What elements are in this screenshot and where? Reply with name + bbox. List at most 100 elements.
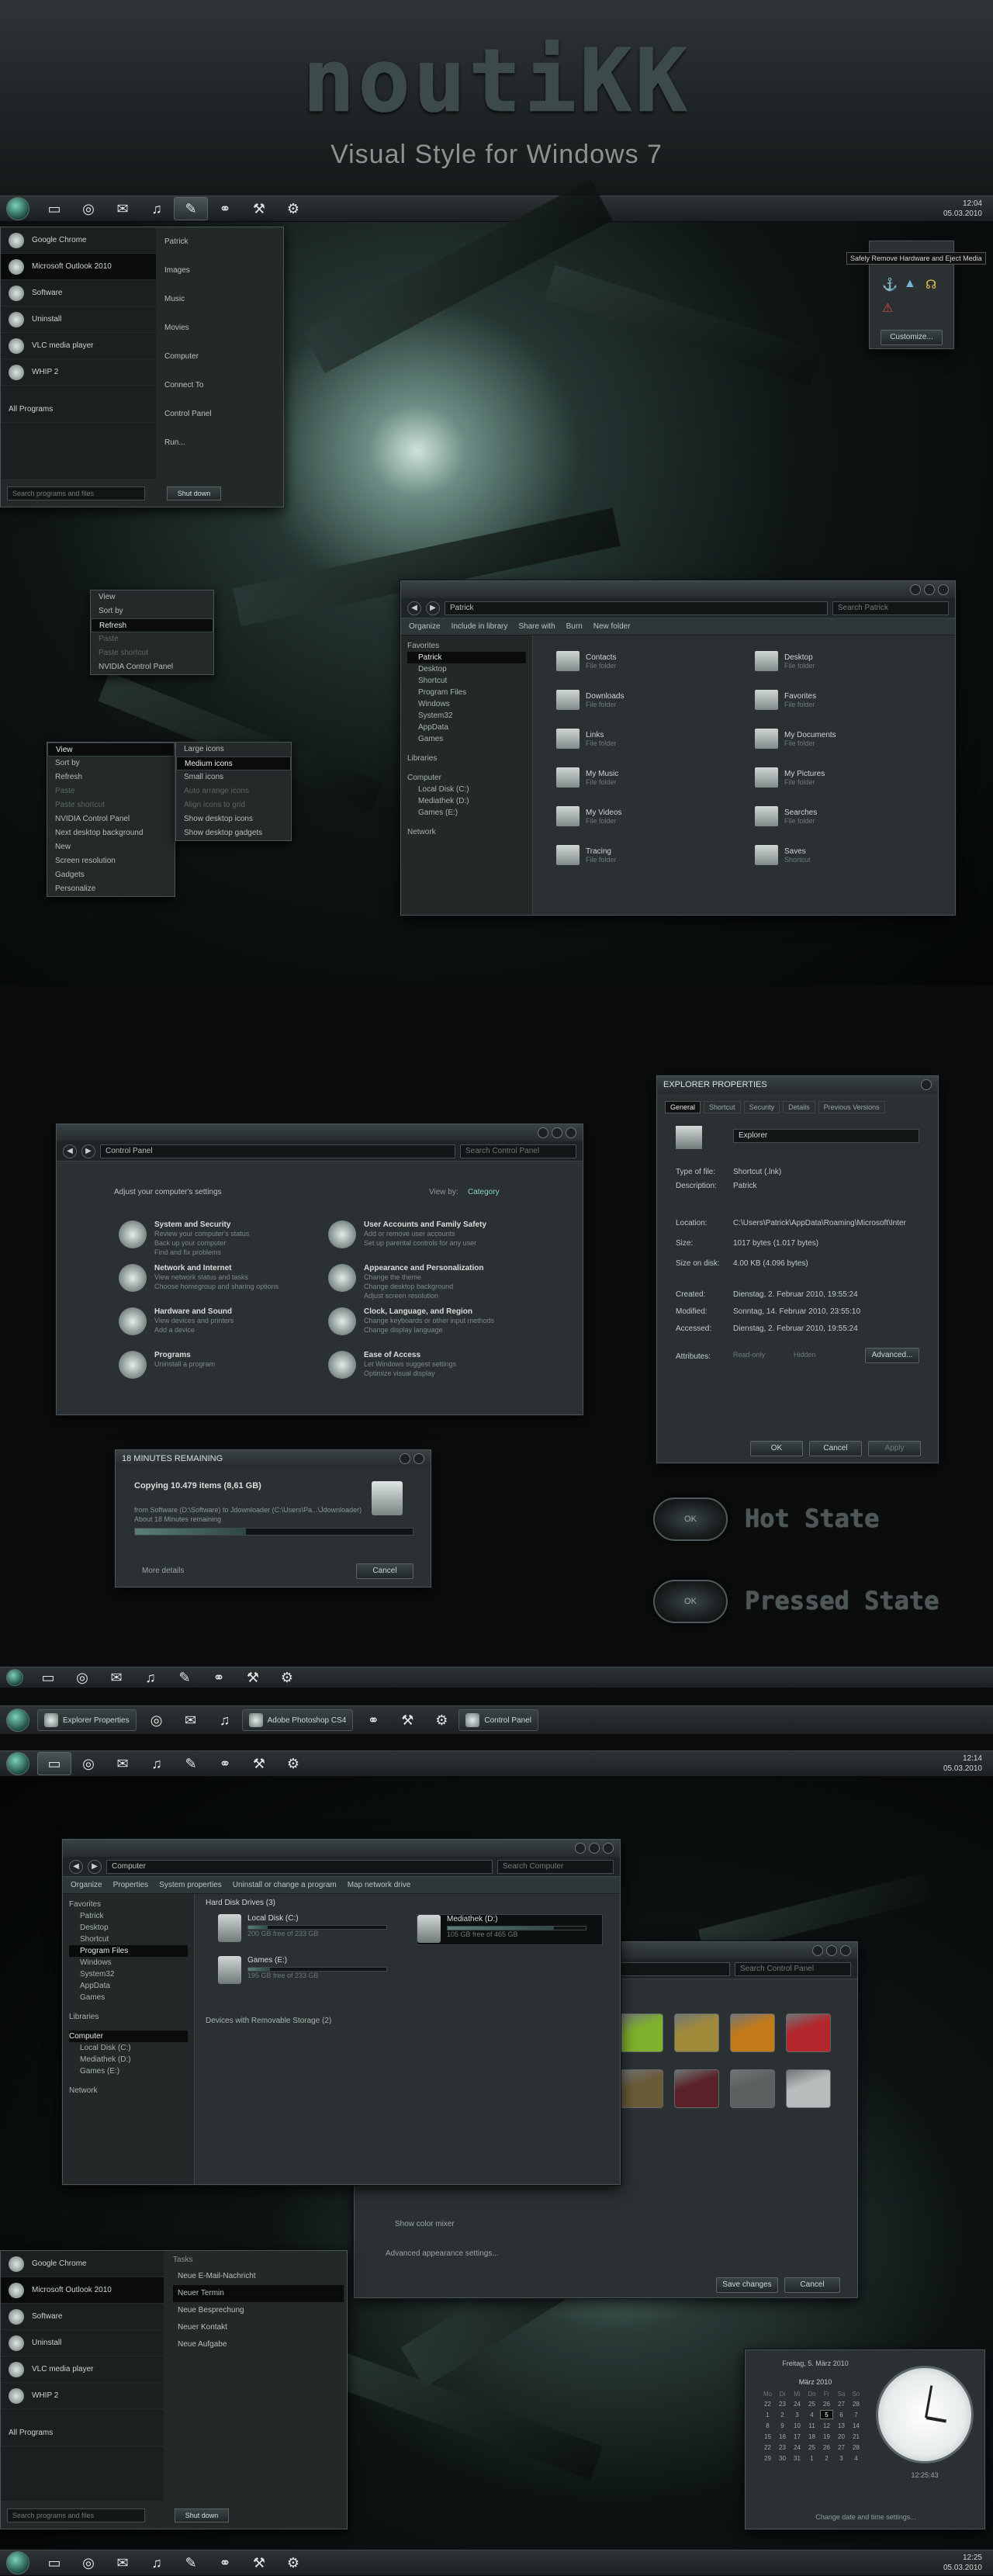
pinned-item[interactable]: Microsoft Outlook 2010 — [1, 254, 156, 280]
include-library-button[interactable]: Include in library — [452, 622, 508, 631]
folder-icon[interactable]: ▭ — [37, 1752, 71, 1775]
calendar-day[interactable]: 17 — [791, 2432, 804, 2441]
maximize-button[interactable] — [552, 1127, 562, 1138]
menu-item[interactable]: Paste shortcut — [47, 798, 175, 812]
menu-item[interactable]: Screen resolution — [47, 854, 175, 868]
menu-item[interactable]: Refresh — [91, 618, 213, 632]
folder-item[interactable]: Tracing File folder — [556, 840, 735, 870]
clock[interactable]: 12:04 05.03.2010 — [943, 199, 982, 219]
calendar-day[interactable]: 4 — [805, 2410, 818, 2419]
cancel-button[interactable]: Cancel — [356, 1563, 413, 1579]
drive-item[interactable]: Local Disk (C:) 200 GB free of 233 GB — [218, 1914, 404, 1945]
folder-item[interactable]: My Pictures File folder — [755, 763, 933, 792]
name-field[interactable]: Explorer — [733, 1129, 919, 1143]
calendar-day[interactable]: 7 — [849, 2410, 863, 2419]
start-orb[interactable] — [6, 1752, 29, 1775]
calendar-day[interactable]: 23 — [776, 2443, 789, 2452]
mail-icon[interactable]: ✉ — [174, 1709, 208, 1732]
readonly-checkbox[interactable]: Read-only — [733, 1351, 765, 1359]
calendar-day[interactable]: 18 — [805, 2432, 818, 2441]
color-swatch[interactable] — [674, 2069, 719, 2108]
calendar-day[interactable]: 5 — [820, 2410, 833, 2419]
shutdown-button[interactable]: Shut down — [175, 2508, 229, 2522]
minimize-button[interactable] — [400, 1453, 410, 1464]
pinned-item[interactable]: WHIP 2 — [1, 2383, 164, 2409]
drive-item[interactable]: Mediathek (D:) 105 GB free of 465 GB — [417, 1914, 603, 1945]
nav-item[interactable]: AppData — [69, 1980, 188, 1992]
feather-icon[interactable]: ✎ — [168, 1666, 202, 1689]
jump-item[interactable]: Neue Besprechung — [173, 2302, 344, 2319]
nav-item[interactable]: Favorites — [69, 1899, 188, 1910]
calendar-day[interactable]: 25 — [805, 2399, 818, 2408]
start-orb[interactable] — [6, 197, 29, 220]
calendar-day[interactable]: 2 — [776, 2410, 789, 2419]
shutdown-button[interactable]: Shut down — [167, 486, 221, 500]
close-button[interactable] — [938, 584, 949, 595]
drive-item[interactable]: Games (E:) 195 GB free of 233 GB — [218, 1956, 404, 1987]
pinned-item[interactable]: WHIP 2 — [1, 359, 156, 386]
network-icon[interactable]: ⚭ — [356, 1709, 390, 1732]
pinned-item[interactable]: Google Chrome — [1, 2251, 164, 2277]
network-icon[interactable]: ⚭ — [208, 1752, 242, 1775]
search-input[interactable]: Search Control Panel — [735, 1961, 851, 1976]
organize-button[interactable]: Organize — [71, 1881, 102, 1889]
color-swatch[interactable] — [674, 2013, 719, 2052]
calendar-day[interactable]: 6 — [835, 2410, 848, 2419]
alert-icon[interactable]: ⚠ — [882, 300, 893, 316]
nav-item[interactable]: Games — [69, 1992, 188, 2003]
folder-item[interactable]: Links File folder — [556, 724, 735, 753]
calendar-day[interactable]: 15 — [761, 2432, 774, 2441]
pinned-item[interactable]: VLC media player — [1, 333, 156, 359]
maximize-button[interactable] — [924, 584, 935, 595]
calendar-day[interactable]: 31 — [791, 2453, 804, 2463]
calendar-day[interactable]: 24 — [791, 2443, 804, 2452]
properties-button[interactable]: Properties — [113, 1881, 149, 1889]
feather-icon[interactable]: ✎ — [174, 197, 208, 220]
calendar-day[interactable]: 29 — [761, 2453, 774, 2463]
mail-icon[interactable]: ✉ — [106, 2551, 140, 2574]
pinned-item[interactable]: Software — [1, 280, 156, 306]
back-button[interactable]: ◀ — [407, 601, 421, 615]
color-swatch[interactable] — [786, 2069, 831, 2108]
mail-icon[interactable]: ✉ — [99, 1666, 133, 1689]
menu-item[interactable]: View — [91, 590, 213, 604]
menu-item[interactable]: New — [47, 840, 175, 854]
close-button[interactable] — [566, 1127, 576, 1138]
nav-item[interactable]: Windows — [69, 1957, 188, 1968]
calendar-day[interactable]: 27 — [835, 2443, 848, 2452]
minimize-button[interactable] — [812, 1945, 823, 1956]
nav-item[interactable]: Desktop — [407, 663, 526, 675]
chrome-icon[interactable]: ◎ — [71, 197, 106, 220]
taskbar-button[interactable]: Control Panel — [458, 1709, 538, 1731]
nav-item[interactable]: Patrick — [407, 652, 526, 663]
start-orb[interactable] — [6, 2551, 29, 2574]
month-header[interactable]: März 2010 — [746, 2378, 885, 2386]
gear-icon[interactable]: ⚙ — [270, 1666, 304, 1689]
forward-button[interactable]: ▶ — [81, 1144, 95, 1158]
network-icon[interactable]: ⚭ — [208, 2551, 242, 2574]
search-input[interactable]: Search Patrick — [832, 601, 949, 615]
address-input[interactable]: Control Panel — [100, 1144, 455, 1158]
pressed-state-button[interactable]: OK — [653, 1580, 728, 1623]
calendar-day[interactable]: 1 — [761, 2410, 774, 2419]
calendar-day[interactable]: 24 — [791, 2399, 804, 2408]
menu-item[interactable]: Paste — [47, 784, 175, 798]
color-swatch[interactable] — [786, 2013, 831, 2052]
nav-item[interactable]: Games (E:) — [69, 2065, 188, 2077]
calendar-day[interactable]: 13 — [835, 2421, 848, 2430]
gear-icon[interactable]: ⚙ — [276, 2551, 310, 2574]
calendar-day[interactable]: 4 — [849, 2453, 863, 2463]
usb-icon[interactable]: ⚓ — [882, 277, 898, 293]
burn-button[interactable]: Burn — [566, 622, 583, 631]
nav-item[interactable]: Local Disk (C:) — [69, 2042, 188, 2054]
folder-icon[interactable]: ▭ — [31, 1666, 65, 1689]
calendar-day[interactable]: 14 — [849, 2421, 863, 2430]
calendar-day[interactable]: 20 — [835, 2432, 848, 2441]
chrome-icon[interactable]: ◎ — [65, 1666, 99, 1689]
map-drive-button[interactable]: Map network drive — [348, 1881, 411, 1889]
forward-button[interactable]: ▶ — [426, 601, 440, 615]
menu-item[interactable]: Show desktop gadgets — [176, 826, 291, 840]
pinned-item[interactable]: Software — [1, 2304, 164, 2330]
calendar-day[interactable]: 22 — [761, 2399, 774, 2408]
calendar-day[interactable]: 3 — [835, 2453, 848, 2463]
